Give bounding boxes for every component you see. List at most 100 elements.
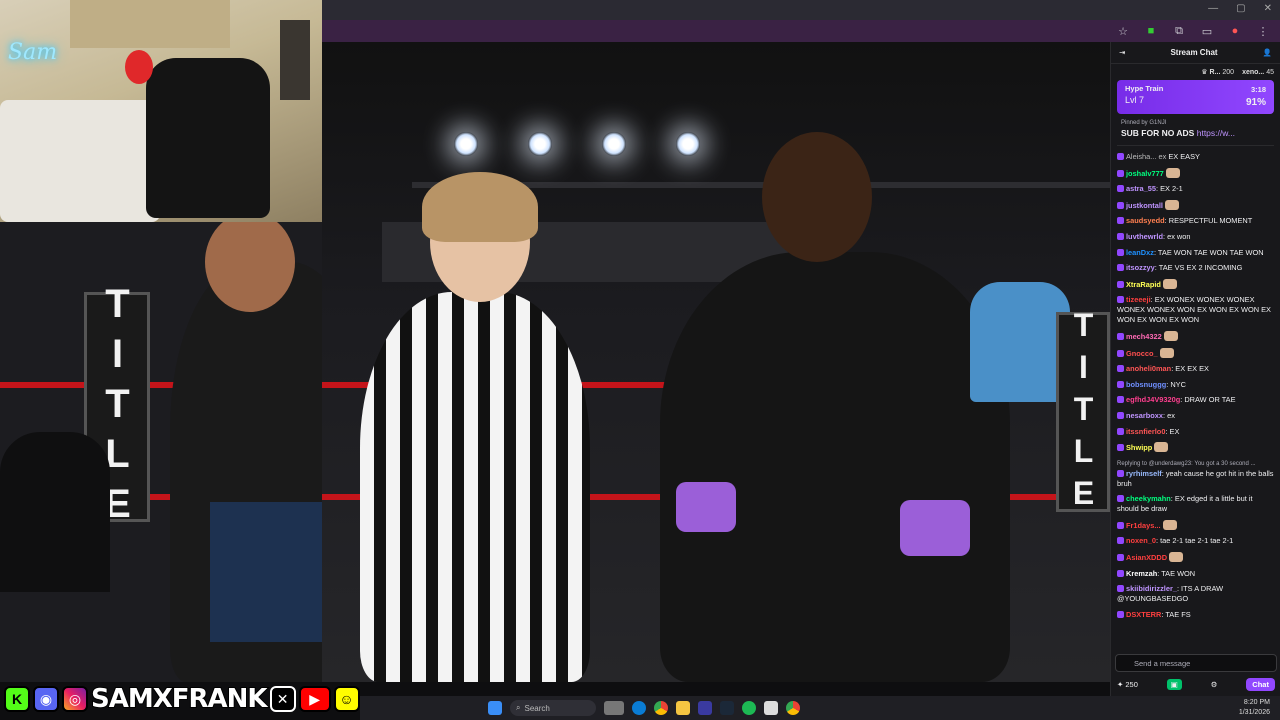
video-player[interactable]: TITLE xyxy=(322,42,1110,682)
chat-username[interactable]: saudsyedd xyxy=(1126,216,1165,225)
chat-username[interactable]: egfhdJ4V9320g xyxy=(1126,395,1180,404)
chat-message[interactable]: anoheli0man: EX EX EX xyxy=(1117,364,1275,374)
hype-train-banner[interactable]: Hype Train Lvl 7 3:18 91% xyxy=(1117,80,1274,114)
chat-username[interactable]: justkontall xyxy=(1126,201,1163,210)
chat-username[interactable]: nesarboxx xyxy=(1126,411,1163,420)
glove-right xyxy=(900,500,970,556)
chat-username[interactable]: tizeeeji xyxy=(1126,295,1151,304)
spotify-icon[interactable] xyxy=(742,701,756,715)
taskbar-search[interactable]: ⌕ Search xyxy=(510,700,596,716)
chat-message[interactable]: XtraRapid xyxy=(1117,278,1275,290)
chat-username[interactable]: cheekymahn xyxy=(1126,494,1171,503)
chat-message[interactable]: Aleisha... ex EX EASY xyxy=(1117,152,1275,162)
chat-username[interactable]: itssnfierlo0 xyxy=(1126,427,1165,436)
chat-message[interactable]: luvthewrld: ex won xyxy=(1117,232,1275,242)
settings-icon[interactable]: ⚙ xyxy=(1211,680,1218,689)
chat-message[interactable]: Shwipp xyxy=(1117,442,1275,453)
chat-username[interactable]: Fr1days... xyxy=(1126,521,1161,530)
chat-username[interactable]: skiibidirizzler_ xyxy=(1126,584,1177,593)
chat-message[interactable]: itssnfierlo0: EX xyxy=(1117,427,1275,437)
users-icon[interactable]: 👤 xyxy=(1263,48,1272,57)
chrome-icon[interactable] xyxy=(654,701,668,715)
star-icon[interactable]: ☆ xyxy=(1116,25,1130,38)
chat-username[interactable]: itsozzyy xyxy=(1126,263,1155,272)
chrome-icon[interactable] xyxy=(786,701,800,715)
chat-username[interactable]: mech4322 xyxy=(1126,332,1162,341)
gift-icon[interactable]: ▣ xyxy=(1166,678,1182,690)
message-text: tae 2-1 tae 2-1 tae 2-1 xyxy=(1160,536,1234,546)
chat-message[interactable]: egfhdJ4V9320g: DRAW OR TAE xyxy=(1117,395,1275,405)
channel-points[interactable]: ✦ 250 xyxy=(1117,680,1138,689)
chat-message[interactable]: Kremzah: TAE WON xyxy=(1117,569,1275,579)
edge-icon[interactable] xyxy=(632,701,646,715)
pinned-link[interactable]: https://w... xyxy=(1197,128,1235,138)
minimize-icon[interactable]: — xyxy=(1208,3,1218,14)
chat-message[interactable]: itsozzyy: TAE VS EX 2 INCOMING xyxy=(1117,263,1275,273)
chat-message[interactable]: tizeeeji: EX WONEX WONEX WONEX WONEX WON… xyxy=(1117,295,1275,325)
chat-username[interactable]: XtraRapid xyxy=(1126,280,1161,289)
pinned-message[interactable]: Pinned by G1NJI SUB FOR NO ADS https://w… xyxy=(1117,118,1274,146)
app-icon[interactable] xyxy=(764,701,778,715)
chat-message[interactable]: AsianXDDD xyxy=(1117,552,1275,563)
chat-username[interactable]: AsianXDDD xyxy=(1126,553,1167,562)
badge-icon xyxy=(1117,365,1124,373)
file-explorer-icon[interactable] xyxy=(676,701,690,715)
maximize-icon[interactable]: ▢ xyxy=(1236,3,1245,14)
message-text: Aleisha... ex xyxy=(1126,152,1169,161)
chat-username[interactable]: noxen_0 xyxy=(1126,536,1156,545)
chat-input[interactable]: Send a message xyxy=(1115,654,1277,672)
chat-leaderboard: ♛ R... 200 xeno... 45 xyxy=(1111,64,1280,80)
chat-message[interactable]: Fr1days... xyxy=(1117,519,1275,531)
stage-light xyxy=(676,132,700,156)
chat-message[interactable]: noxen_0: tae 2-1 tae 2-1 tae 2-1 xyxy=(1117,536,1275,546)
widget-icon[interactable] xyxy=(604,701,624,715)
chat-message[interactable]: astra_55: EX 2-1 xyxy=(1117,184,1275,194)
profile-icon[interactable]: ● xyxy=(1228,25,1242,37)
chat-message[interactable]: Gnocco_ xyxy=(1117,347,1275,359)
chat-message[interactable]: mech4322 xyxy=(1117,330,1275,342)
chat-message[interactable]: Replying to @underdawg23: You got a 30 s… xyxy=(1117,459,1275,489)
chat-username[interactable]: astra_55 xyxy=(1126,184,1156,193)
message-text: RESPECTFUL MOMENT xyxy=(1168,216,1253,226)
badge-icon xyxy=(1117,232,1124,240)
chat-username[interactable]: leanDxz xyxy=(1126,248,1154,257)
chat-message[interactable]: leanDxz: TAE WON TAE WON TAE WON xyxy=(1117,248,1275,258)
chat-username[interactable]: joshalv777 xyxy=(1126,169,1164,178)
steam-icon[interactable] xyxy=(720,701,734,715)
chat-message[interactable]: skiibidirizzler_: ITS A DRAW @YOUNGBASED… xyxy=(1117,584,1275,604)
sidebar-icon[interactable]: ▭ xyxy=(1200,25,1214,38)
leader-entry[interactable]: ♛ R... 200 xyxy=(1201,68,1234,76)
collapse-chat-icon[interactable]: ⇥ xyxy=(1119,48,1125,57)
chat-username[interactable]: ryrhimself xyxy=(1126,469,1162,478)
chat-message[interactable]: bobsnuggg: NYC xyxy=(1117,380,1275,390)
chat-send-button[interactable]: Chat xyxy=(1246,677,1275,691)
puzzle-icon[interactable]: ⧉ xyxy=(1172,25,1186,38)
taskbar: ⌕ Search 8:20 PM 1/31/2026 xyxy=(360,696,1280,720)
emote-icon xyxy=(1169,552,1184,563)
menu-icon[interactable]: ⋮ xyxy=(1256,25,1270,38)
chat-username[interactable]: Gnocco_ xyxy=(1126,349,1158,358)
windows-start-icon[interactable] xyxy=(488,701,502,715)
close-icon[interactable]: ✕ xyxy=(1264,3,1272,14)
referee xyxy=(360,292,590,682)
message-text: DRAW OR TAE xyxy=(1184,395,1236,405)
chat-message[interactable]: cheekymahn: EX edged it a little but it … xyxy=(1117,494,1275,514)
chat-message[interactable]: joshalv777 xyxy=(1117,167,1275,179)
chat-username[interactable]: anoheli0man xyxy=(1126,364,1171,373)
chat-username[interactable]: luvthewrld xyxy=(1126,232,1163,241)
extension-icon[interactable]: ■ xyxy=(1144,25,1158,37)
chat-username[interactable]: DSXTERR xyxy=(1126,610,1161,619)
chat-message[interactable]: nesarboxx: ex xyxy=(1117,411,1275,421)
store-icon[interactable] xyxy=(698,701,712,715)
chat-message[interactable]: saudsyedd: RESPECTFUL MOMENT xyxy=(1117,216,1275,226)
chat-message[interactable]: justkontall xyxy=(1117,199,1275,211)
fighter-right-head xyxy=(762,132,872,262)
taskbar-clock[interactable]: 8:20 PM 1/31/2026 xyxy=(1239,698,1270,718)
chat-username[interactable]: bobsnuggg xyxy=(1126,380,1166,389)
chat-username[interactable]: Shwipp xyxy=(1126,443,1152,452)
leader-entry[interactable]: xeno... 45 xyxy=(1242,69,1274,76)
window-controls[interactable]: — ▢ ✕ xyxy=(1208,3,1272,14)
chat-message[interactable]: DSXTERR: TAE FS xyxy=(1117,610,1275,620)
chat-username[interactable]: Kremzah xyxy=(1126,569,1157,578)
badge-icon xyxy=(1117,554,1124,562)
